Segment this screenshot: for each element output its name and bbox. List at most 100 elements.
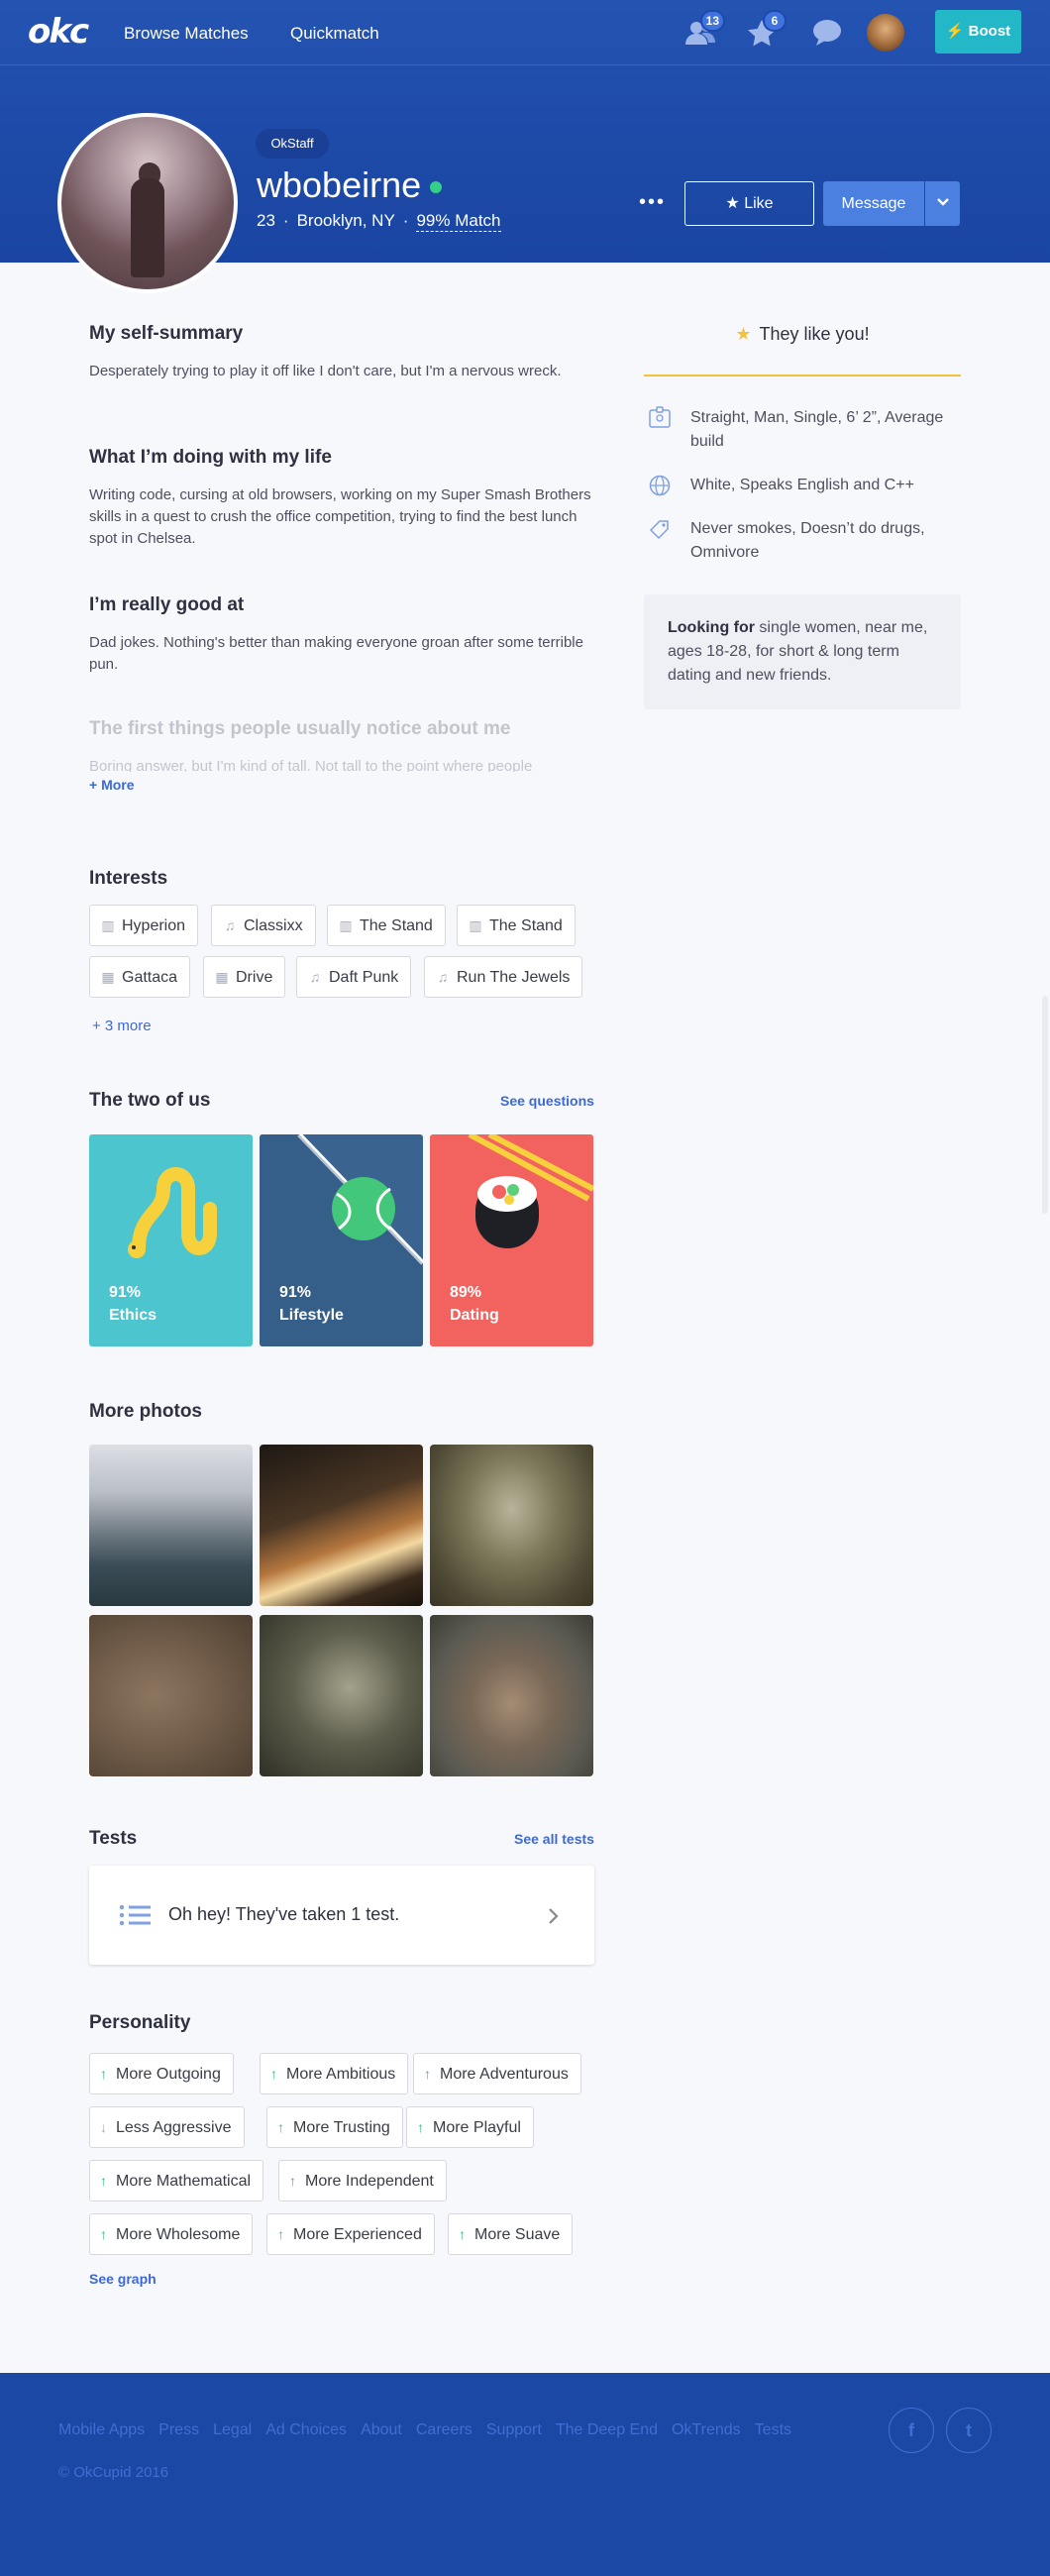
arrow-up-icon: ↑: [270, 2066, 277, 2082]
twitter-icon[interactable]: t: [946, 2408, 992, 2453]
personality-trait[interactable]: ↑ More Ambitious: [260, 2053, 409, 2094]
lifestyle-label: Lifestyle: [279, 1307, 344, 1324]
personality-trait[interactable]: ↑ More Wholesome: [89, 2213, 254, 2255]
boost-label: Boost: [968, 23, 1011, 40]
music-icon: ♫: [437, 969, 449, 985]
they-like-you: ★ They like you!: [644, 322, 961, 346]
dating-card[interactable]: 89% Dating: [430, 1134, 593, 1346]
chevron-down-icon: [936, 198, 949, 206]
personality-trait[interactable]: ↑ More Independent: [278, 2160, 447, 2201]
music-icon: ♫: [309, 969, 321, 985]
nav-browse-matches[interactable]: Browse Matches: [124, 24, 249, 44]
more-photos-title: More photos: [89, 1401, 202, 1422]
personality-trait[interactable]: ↑ More Suave: [448, 2213, 574, 2255]
nav-avatar[interactable]: [867, 14, 904, 52]
personality-trait[interactable]: ↑ More Experienced: [266, 2213, 435, 2255]
book-icon: ▥: [339, 917, 353, 933]
personality-trait[interactable]: ↑ More Adventurous: [413, 2053, 581, 2094]
see-questions-link[interactable]: See questions: [500, 1093, 594, 1109]
sushi-icon: [468, 1134, 593, 1248]
footer-link[interactable]: Careers: [416, 2420, 472, 2440]
scrollbar[interactable]: [1042, 996, 1048, 1214]
chat-icon[interactable]: [810, 18, 844, 48]
they-like-text: They like you!: [759, 324, 870, 344]
film-icon: ▦: [101, 969, 115, 985]
profile-meta: 23 · Brooklyn, NY · 99% Match: [257, 211, 501, 232]
see-graph-link[interactable]: See graph: [89, 2271, 157, 2287]
like-button[interactable]: ★ Like: [684, 181, 814, 226]
interest-chip[interactable]: ▥ The Stand: [457, 905, 576, 946]
footer-link[interactable]: Legal: [213, 2420, 252, 2440]
dating-label: Dating: [450, 1307, 499, 1324]
footer-link[interactable]: Press: [158, 2420, 199, 2440]
people-icon[interactable]: 13: [683, 10, 725, 48]
okc-logo[interactable]: okc: [28, 13, 89, 51]
more-essays-link[interactable]: + More: [89, 777, 135, 793]
film-icon: ▦: [215, 969, 229, 985]
star-icon: ★: [735, 324, 752, 344]
see-all-tests-link[interactable]: See all tests: [514, 1831, 594, 1847]
personality-trait[interactable]: ↑ More Trusting: [266, 2106, 403, 2148]
photo-city-night[interactable]: [260, 1445, 423, 1606]
footer-link[interactable]: OkTrends: [672, 2420, 741, 2440]
lifestyle-pct: 91%: [279, 1284, 312, 1301]
photo-pier[interactable]: [89, 1445, 253, 1606]
snake-icon: [128, 1167, 217, 1258]
profile-photo[interactable]: [57, 113, 238, 293]
interest-chip[interactable]: ▦ Gattaca: [89, 956, 191, 998]
interest-label: Classixx: [244, 917, 303, 934]
photo-texture[interactable]: [260, 1615, 423, 1776]
facebook-icon[interactable]: f: [889, 2408, 934, 2453]
looking-for-label: Looking for: [668, 619, 755, 636]
personality-trait[interactable]: ↑ More Outgoing: [89, 2053, 234, 2094]
essay-title-good-at: I’m really good at: [89, 594, 245, 615]
interest-label: Hyperion: [122, 917, 186, 934]
people-badge: 13: [699, 10, 725, 32]
footer-link[interactable]: The Deep End: [556, 2420, 658, 2440]
trait-label: More Wholesome: [116, 2226, 241, 2243]
more-options-button[interactable]: •••: [639, 192, 666, 212]
photo-stones[interactable]: [430, 1615, 593, 1776]
match-percentage[interactable]: 99% Match: [416, 211, 501, 232]
message-dropdown-button[interactable]: [925, 181, 960, 226]
detail-lifestyle: Never smokes, Doesn’t do drugs, Omnivore: [690, 520, 925, 561]
essay-text-good-at: Dad jokes. Nothing's better than making …: [89, 634, 583, 673]
lifestyle-card[interactable]: 91% Lifestyle: [260, 1134, 423, 1346]
interest-chip[interactable]: ▦ Drive: [203, 956, 286, 998]
boost-button[interactable]: ⚡ Boost: [935, 10, 1021, 54]
tests-card[interactable]: Oh hey! They've taken 1 test.: [89, 1866, 594, 1965]
book-icon: ▥: [101, 917, 115, 933]
username: wbobeirne: [257, 164, 422, 205]
ethics-card[interactable]: 91% Ethics: [89, 1134, 253, 1346]
more-interests-link[interactable]: + 3 more: [92, 1018, 152, 1034]
interest-chip[interactable]: ▥ Hyperion: [89, 905, 199, 946]
personality-trait[interactable]: ↑ More Playful: [406, 2106, 534, 2148]
arrow-up-icon: ↑: [277, 2119, 284, 2135]
footer-link[interactable]: Support: [486, 2420, 542, 2440]
star-icon[interactable]: 6: [745, 10, 787, 48]
personality-trait[interactable]: ↓ Less Aggressive: [89, 2106, 245, 2148]
arrow-up-icon: ↑: [459, 2226, 466, 2242]
photo-temple-tree[interactable]: [430, 1445, 593, 1606]
chevron-right-icon: [549, 1908, 559, 1924]
footer-link[interactable]: Tests: [755, 2420, 791, 2440]
list-icon: [119, 1904, 151, 1926]
nav-quickmatch[interactable]: Quickmatch: [290, 24, 379, 44]
arrow-up-icon: ↑: [100, 2066, 107, 2082]
interest-chip[interactable]: ♫ Daft Punk: [296, 956, 412, 998]
footer-link[interactable]: Ad Choices: [265, 2420, 347, 2440]
photo-sand[interactable]: [89, 1615, 253, 1776]
tests-text: Oh hey! They've taken 1 test.: [168, 1904, 400, 1924]
footer-link[interactable]: About: [361, 2420, 402, 2440]
personality-trait[interactable]: ↑ More Mathematical: [89, 2160, 264, 2201]
footer-link[interactable]: Mobile Apps: [58, 2420, 145, 2440]
message-button[interactable]: Message: [823, 181, 924, 226]
ethics-pct: 91%: [109, 1284, 142, 1301]
age: 23: [257, 211, 275, 230]
interest-label: Drive: [236, 969, 273, 986]
interest-chip[interactable]: ▥ The Stand: [327, 905, 446, 946]
location: Brooklyn, NY: [296, 211, 395, 230]
interest-chip[interactable]: ♫ Classixx: [211, 905, 316, 946]
trait-label: More Suave: [474, 2226, 561, 2243]
interest-chip[interactable]: ♫ Run The Jewels: [424, 956, 583, 998]
